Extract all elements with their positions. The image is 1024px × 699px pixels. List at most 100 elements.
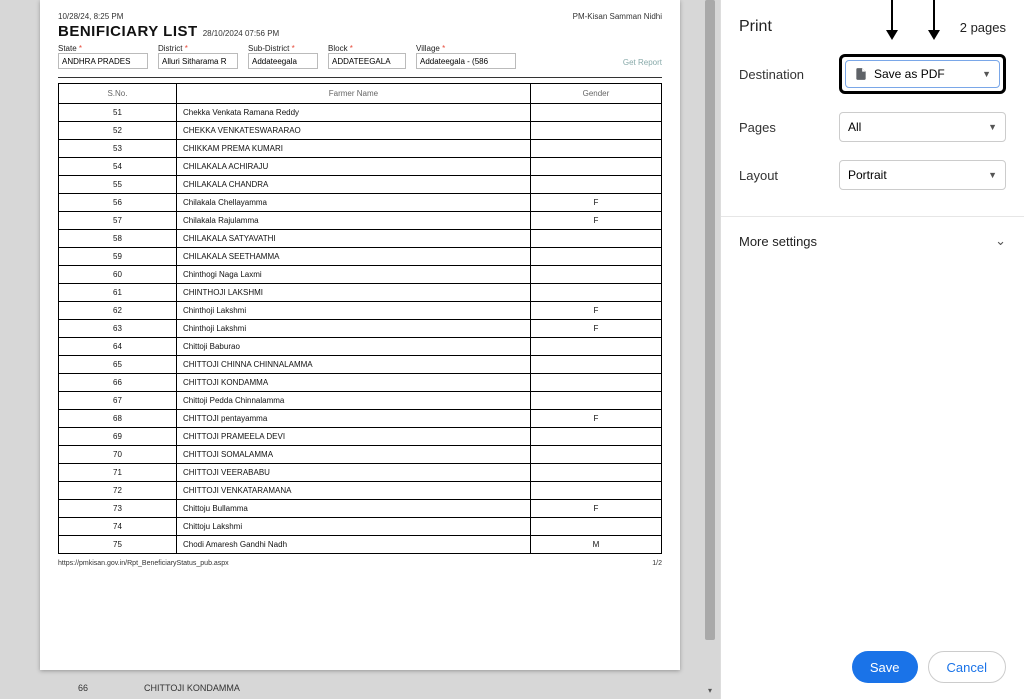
cell-gender	[530, 122, 661, 140]
filter-village: Village *	[416, 44, 516, 69]
table-row: 71CHITTOJI VEERABABU	[59, 464, 662, 482]
pages-dropdown[interactable]: All ▼	[839, 112, 1006, 142]
preview-scrollbar[interactable]: ▾	[702, 0, 716, 699]
table-row: 66CHITTOJI KONDAMMA	[59, 374, 662, 392]
print-dialog-panel: Print 2 pages Destination Save as PDF ▼ …	[720, 0, 1024, 699]
filter-district: District *	[158, 44, 238, 69]
page-header-left: 10/28/24, 8:25 PM	[58, 12, 123, 21]
cell-sno: 66	[59, 374, 177, 392]
cell-name: Chilakala Rajulamma	[176, 212, 530, 230]
cell-gender	[530, 176, 661, 194]
table-row: 52CHEKKA VENKATESWARARAO	[59, 122, 662, 140]
layout-row: Layout Portrait ▼	[739, 160, 1006, 190]
cell-sno: 57	[59, 212, 177, 230]
table-row: 68CHITTOJI pentayammaF	[59, 410, 662, 428]
pages-value: All	[848, 120, 861, 134]
filter-bar: State * District * Sub-District * Block …	[58, 40, 662, 78]
cell-sno: 73	[59, 500, 177, 518]
caret-down-icon: ▼	[988, 122, 997, 132]
state-input[interactable]	[58, 53, 148, 69]
cell-sno: 63	[59, 320, 177, 338]
table-row: 51Chekka Venkata Ramana Reddy	[59, 104, 662, 122]
col-gender: Gender	[530, 84, 661, 104]
table-row: 61CHINTHOJI LAKSHMI	[59, 284, 662, 302]
more-settings-label: More settings	[739, 234, 817, 249]
cell-sno: 54	[59, 158, 177, 176]
subdistrict-input[interactable]	[248, 53, 318, 69]
cell-name: CHITTOJI pentayamma	[176, 410, 530, 428]
table-row: 65CHITTOJI CHINNA CHINNALAMMA	[59, 356, 662, 374]
cell-name: Chodi Amaresh Gandhi Nadh	[176, 536, 530, 554]
table-row: 62Chinthoji LakshmiF	[59, 302, 662, 320]
cell-gender: F	[530, 212, 661, 230]
cell-name: Chittoju Lakshmi	[176, 518, 530, 536]
cell-gender: F	[530, 320, 661, 338]
cell-name: Chittoju Bullamma	[176, 500, 530, 518]
cell-sno: 69	[59, 428, 177, 446]
cell-gender	[530, 266, 661, 284]
table-row: 70CHITTOJI SOMALAMMA	[59, 446, 662, 464]
layout-dropdown[interactable]: Portrait ▼	[839, 160, 1006, 190]
cell-name: Chittoji Pedda Chinnalamma	[176, 392, 530, 410]
scrollbar-thumb[interactable]	[705, 0, 715, 640]
cell-name: CHILAKALA SEETHAMMA	[176, 248, 530, 266]
cell-gender	[530, 338, 661, 356]
village-input[interactable]	[416, 53, 516, 69]
report-title: BENIFICIARY LIST	[58, 23, 198, 40]
report-title-row: BENIFICIARY LIST 28/10/2024 07:56 PM	[58, 23, 662, 40]
pdf-icon	[854, 67, 868, 81]
page-header-right: PM-Kisan Samman Nidhi	[573, 12, 662, 21]
destination-row: Destination Save as PDF ▼	[739, 54, 1006, 94]
cell-gender	[530, 392, 661, 410]
col-sno: S.No.	[59, 84, 177, 104]
cell-sno: 56	[59, 194, 177, 212]
table-row: 67Chittoji Pedda Chinnalamma	[59, 392, 662, 410]
cell-name: Chekka Venkata Ramana Reddy	[176, 104, 530, 122]
chevron-down-icon: ⌄	[995, 233, 1006, 249]
table-row: 74Chittoju Lakshmi	[59, 518, 662, 536]
cell-gender	[530, 248, 661, 266]
cell-gender: M	[530, 536, 661, 554]
print-preview-pane: 10/28/24, 8:25 PM PM-Kisan Samman Nidhi …	[0, 0, 720, 699]
district-input[interactable]	[158, 53, 238, 69]
cell-name: CHEKKA VENKATESWARARAO	[176, 122, 530, 140]
underlying-page-row: 66 CHITTOJI KONDAMMA	[40, 683, 680, 693]
table-row: 57Chilakala RajulammaF	[59, 212, 662, 230]
cell-name: CHILAKALA SATYAVATHI	[176, 230, 530, 248]
cell-name: CHITTOJI KONDAMMA	[176, 374, 530, 392]
cell-name: CHITTOJI CHINNA CHINNALAMMA	[176, 356, 530, 374]
cell-gender	[530, 230, 661, 248]
beneficiary-table: S.No. Farmer Name Gender 51Chekka Venkat…	[58, 83, 662, 554]
get-report-link[interactable]: Get Report	[623, 58, 662, 67]
footer-url: https://pmkisan.gov.in/Rpt_BeneficiarySt…	[58, 560, 229, 567]
cell-gender: F	[530, 194, 661, 212]
cell-sno: 70	[59, 446, 177, 464]
cell-name: CHIKKAM PREMA KUMARI	[176, 140, 530, 158]
cell-name: CHITTOJI VEERABABU	[176, 464, 530, 482]
cell-gender	[530, 284, 661, 302]
scrollbar-down-icon[interactable]: ▾	[705, 685, 715, 695]
table-row: 60Chinthogi Naga Laxmi	[59, 266, 662, 284]
more-settings-toggle[interactable]: More settings ⌄	[721, 217, 1024, 265]
cancel-button[interactable]: Cancel	[928, 651, 1006, 683]
cell-sno: 68	[59, 410, 177, 428]
block-input[interactable]	[328, 53, 406, 69]
layout-value: Portrait	[848, 168, 887, 182]
cell-gender	[530, 356, 661, 374]
cell-name: Chinthogi Naga Laxmi	[176, 266, 530, 284]
cell-sno: 61	[59, 284, 177, 302]
cell-gender	[530, 104, 661, 122]
filter-subdistrict: Sub-District *	[248, 44, 318, 69]
cell-name: CHITTOJI PRAMEELA DEVI	[176, 428, 530, 446]
cell-sno: 59	[59, 248, 177, 266]
cell-sno: 74	[59, 518, 177, 536]
table-header-row: S.No. Farmer Name Gender	[59, 84, 662, 104]
cell-sno: 67	[59, 392, 177, 410]
filter-state: State *	[58, 44, 148, 69]
under-sno: 66	[40, 683, 126, 693]
print-header-row: Print 2 pages	[739, 18, 1006, 36]
destination-dropdown[interactable]: Save as PDF ▼	[845, 60, 1000, 88]
save-button[interactable]: Save	[852, 651, 918, 683]
cell-name: Chinthoji Lakshmi	[176, 302, 530, 320]
preview-page-1: 10/28/24, 8:25 PM PM-Kisan Samman Nidhi …	[40, 0, 680, 670]
